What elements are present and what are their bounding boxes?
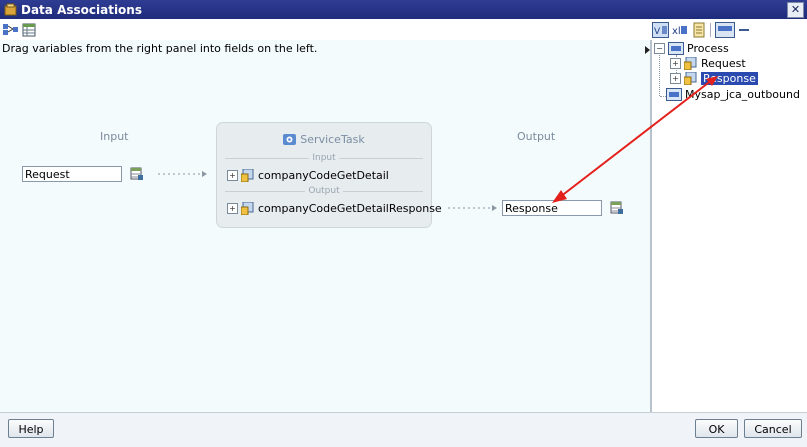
- collapse-arrow-icon[interactable]: [645, 46, 650, 54]
- svg-text:V: V: [654, 27, 661, 37]
- left-toolbar: [2, 22, 37, 38]
- map-icon[interactable]: [2, 22, 18, 37]
- process-icon: [668, 42, 684, 55]
- help-button[interactable]: Help: [8, 419, 54, 438]
- minimize-icon[interactable]: [738, 22, 750, 38]
- output-field[interactable]: Response: [502, 200, 602, 216]
- expand-icon[interactable]: +: [670, 73, 681, 84]
- expand-icon[interactable]: +: [227, 170, 238, 181]
- input-section-label: Input: [309, 153, 339, 163]
- task-output-item: companyCodeGetDetailResponse: [258, 202, 442, 215]
- button-bar: [0, 412, 807, 447]
- tree-label-process: Process: [687, 42, 729, 55]
- variable-icon: [241, 169, 254, 182]
- task-input-row[interactable]: + companyCodeGetDetail: [227, 169, 389, 182]
- tree-label-response: Response: [701, 72, 758, 85]
- tree-node-request[interactable]: + Request: [670, 57, 746, 70]
- output-label: Output: [517, 130, 556, 143]
- output-section-divider: Output: [225, 186, 423, 196]
- tree-label-request: Request: [701, 57, 746, 70]
- cancel-button[interactable]: Cancel: [744, 419, 802, 438]
- table-icon[interactable]: [21, 22, 37, 37]
- task-input-item: companyCodeGetDetail: [258, 169, 389, 182]
- output-connector-arrow: [448, 205, 497, 211]
- variable-icon: [684, 72, 697, 85]
- title-bar: Data Associations ✕: [0, 0, 807, 19]
- service-task-name: ServiceTask: [300, 133, 365, 146]
- service-task-icon: [283, 134, 297, 145]
- tree-node-mysap-jca-outbound[interactable]: Mysap_jca_outbound: [666, 88, 800, 101]
- variable-picker-icon[interactable]: [610, 201, 624, 215]
- input-label: Input: [100, 130, 129, 143]
- input-section-divider: Input: [225, 153, 423, 163]
- expand-icon[interactable]: +: [670, 58, 681, 69]
- input-connector-arrow: [158, 171, 207, 177]
- ok-button[interactable]: OK: [695, 419, 738, 438]
- collapse-icon[interactable]: −: [654, 43, 665, 54]
- tree-node-process[interactable]: − Process: [654, 42, 729, 55]
- service-icon: [666, 88, 682, 101]
- variable-picker-icon[interactable]: [130, 167, 144, 181]
- task-output-row[interactable]: + companyCodeGetDetailResponse: [227, 202, 442, 215]
- variables-view-icon[interactable]: V: [652, 22, 669, 38]
- app-icon: [4, 3, 17, 16]
- svg-text:xl: xl: [672, 26, 681, 37]
- input-field[interactable]: Request: [22, 166, 122, 182]
- expand-icon[interactable]: +: [227, 203, 238, 214]
- window-title: Data Associations: [21, 2, 142, 17]
- output-section-label: Output: [305, 186, 343, 196]
- tree-label-mysap-jca-outbound: Mysap_jca_outbound: [685, 88, 800, 101]
- close-button[interactable]: ✕: [787, 2, 804, 18]
- service-task-title: ServiceTask: [217, 133, 431, 146]
- right-toolbar: V xl: [652, 22, 750, 38]
- expression-icon[interactable]: xl: [672, 22, 688, 38]
- instruction-text: Drag variables from the right panel into…: [2, 42, 318, 55]
- variable-icon: [684, 57, 697, 70]
- variable-icon: [241, 202, 254, 215]
- tree-node-response[interactable]: + Response: [670, 72, 758, 85]
- service-task-box: ServiceTask Input + companyCodeGetDetail…: [216, 122, 442, 228]
- document-icon[interactable]: [692, 22, 706, 38]
- panel-view-icon[interactable]: [715, 22, 735, 38]
